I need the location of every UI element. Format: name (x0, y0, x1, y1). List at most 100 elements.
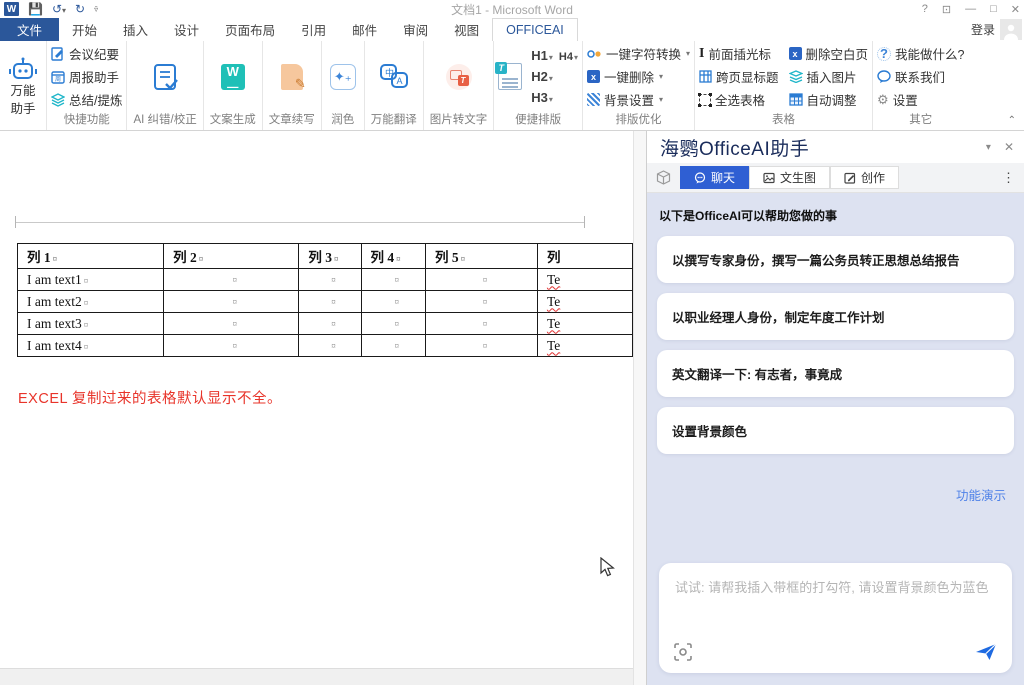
cube-icon[interactable] (656, 170, 671, 185)
translate-button[interactable]: 中A (374, 63, 414, 91)
table-header-row[interactable]: 列 1¤ 列 2¤ 列 3¤ 列 4¤ 列 5¤ 列 (18, 244, 633, 269)
group-label-table: 表格 (699, 109, 868, 130)
sidebar-close-icon[interactable]: ✕ (1004, 140, 1014, 154)
screenshot-icon[interactable] (673, 642, 693, 662)
group-image-to-text: T 图片转文字 (424, 41, 495, 130)
select-table-icon (699, 94, 711, 106)
login-button[interactable]: 登录 (971, 21, 995, 38)
repeat-header-button[interactable]: 跨页显标题 (699, 67, 779, 86)
redo-icon[interactable]: ↻ (75, 3, 85, 15)
char-convert-button[interactable]: 一键字符转换▾ (587, 44, 690, 63)
user-avatar-icon[interactable] (1000, 19, 1022, 40)
polish-button[interactable]: ✦₊ (326, 64, 360, 90)
table-row[interactable]: I am text3¤ ¤ ¤ ¤ ¤ Te (18, 313, 633, 335)
qat-customize-icon[interactable]: ▿̄ (94, 5, 98, 14)
tab-text-to-image[interactable]: 文生图 (749, 166, 830, 189)
repeat-header-label: 跨页显标题 (716, 67, 779, 86)
universal-assistant-button[interactable]: 万能 助手 (4, 56, 42, 117)
window-title: 文档1 - Microsoft Word (0, 1, 1024, 18)
table-col-header: 列 5¤ (426, 244, 538, 269)
insert-cursor-before-label: 前面插光标 (708, 44, 771, 63)
assistant-label-line1: 万能 (10, 84, 35, 100)
tab-home[interactable]: 开始 (59, 18, 110, 41)
undo-dropdown-icon[interactable]: ▾ (62, 6, 66, 15)
w-document-icon: W＿ (221, 64, 245, 90)
suggestion-card[interactable]: 以职业经理人身份，制定年度工作计划 (657, 293, 1014, 340)
feature-demo-link[interactable]: 功能演示 (956, 485, 1006, 504)
tab-review[interactable]: 审阅 (390, 18, 441, 41)
undo-icon[interactable]: ↺▾ (52, 3, 66, 15)
table-row[interactable]: I am text1¤ ¤ ¤ ¤ ¤ Te (18, 269, 633, 291)
suggestion-card[interactable]: 英文翻译一下: 有志者，事竟成 (657, 350, 1014, 397)
heading4-button[interactable]: H4▾ (559, 47, 578, 65)
delete-box-icon: x (789, 47, 802, 60)
format-document-icon[interactable]: T (498, 63, 522, 90)
suggestion-card[interactable]: 以撰写专家身份，撰写一篇公务员转正思想总结报告 (657, 236, 1014, 283)
question-icon: ? (877, 47, 891, 61)
tab-insert[interactable]: 插入 (110, 18, 161, 41)
send-icon[interactable] (974, 641, 998, 663)
officeai-sidebar: 海鹦OfficeAI助手 ▾ ✕ 聊天 文生图 (646, 131, 1024, 685)
document-canvas[interactable]: 列 1¤ 列 2¤ 列 3¤ 列 4¤ 列 5¤ 列 I am text1¤ ¤… (0, 131, 633, 685)
sidebar-collapse-icon[interactable]: ▾ (986, 142, 991, 153)
title-bar: W 💾 ↺▾ ↻ ▿̄ 文档1 - Microsoft Word ? ⊡ — □… (0, 0, 1024, 18)
ai-proofread-button[interactable] (146, 62, 184, 92)
tab-create[interactable]: 创作 (830, 166, 899, 189)
tab-mailings[interactable]: 邮件 (339, 18, 390, 41)
group-continue-writing: 文章续写 (263, 41, 322, 130)
group-table: I 前面插光标 x 删除空白页 跨页显标题 插入图片 (695, 41, 873, 130)
delete-blank-page-button[interactable]: x 删除空白页 (789, 44, 869, 63)
weekly-report-button[interactable]: 周 周报助手 (51, 67, 122, 86)
select-whole-table-button[interactable]: 全选表格 (699, 90, 779, 109)
background-settings-label: 背景设置 (604, 90, 654, 109)
chat-input[interactable]: 试试: 请帮我插入带框的打勾符, 请设置背景颜色为蓝色 (659, 563, 1012, 673)
minimize-icon[interactable]: — (965, 3, 976, 15)
collapse-ribbon-icon[interactable]: ⌃ (1008, 115, 1016, 126)
document-scrollbar[interactable] (633, 131, 646, 685)
tab-officeai[interactable]: OFFICEAI (492, 18, 578, 41)
more-options-icon[interactable]: ⋮ (1002, 172, 1015, 184)
tab-chat[interactable]: 聊天 (680, 166, 749, 189)
insert-cursor-before-button[interactable]: I 前面插光标 (699, 44, 779, 63)
word-logo-icon[interactable]: W (4, 2, 19, 16)
close-icon[interactable]: ✕ (1011, 3, 1020, 16)
table-row[interactable]: I am text2¤ ¤ ¤ ¤ ¤ Te (18, 291, 633, 313)
image-to-text-button[interactable]: T (442, 64, 476, 90)
continue-writing-button[interactable] (277, 64, 307, 90)
tab-view[interactable]: 视图 (441, 18, 492, 41)
meeting-minutes-button[interactable]: 会议纪要 (51, 44, 122, 63)
tab-references[interactable]: 引用 (288, 18, 339, 41)
group-label-ai-proofread: AI 纠错/校正 (131, 109, 198, 130)
suggestion-card[interactable]: 设置背景颜色 (657, 407, 1014, 454)
heading1-button[interactable]: H1▾ (531, 47, 553, 65)
maximize-icon[interactable]: □ (990, 3, 997, 15)
save-icon[interactable]: 💾 (28, 3, 43, 15)
table-col-header: 列 3¤ (299, 244, 361, 269)
group-label-quick-functions: 快捷功能 (51, 109, 122, 130)
contact-us-button[interactable]: 联系我们 (877, 67, 964, 86)
background-settings-button[interactable]: 背景设置▾ (587, 90, 690, 109)
heading3-button[interactable]: H3▾ (531, 89, 553, 107)
heading2-button[interactable]: H2▾ (531, 68, 553, 86)
gear-icon: ⚙ (877, 92, 889, 108)
boundary-tick (584, 216, 585, 228)
ribbon-officeai: 万能 助手 会议纪要 周 周报助手 (0, 41, 1024, 131)
table-col-header: 列 4¤ (361, 244, 426, 269)
autofit-button[interactable]: 自动调整 (789, 90, 869, 109)
tab-file[interactable]: 文件 (0, 18, 59, 41)
table-row[interactable]: I am text4¤ ¤ ¤ ¤ ¤ Te (18, 335, 633, 357)
insert-picture-button[interactable]: 插入图片 (789, 67, 869, 86)
group-translate: 中A 万能翻译 (365, 41, 424, 130)
group-easy-layout: T H1▾ H4▾ H2▾ H3▾ 便捷排版 (494, 41, 583, 130)
settings-button[interactable]: ⚙ 设置 (877, 90, 964, 109)
suggestions-heading: 以下是OfficeAI可以帮助您做的事 (659, 207, 1012, 224)
what-can-i-do-button[interactable]: ? 我能做什么? (877, 44, 964, 63)
summarize-button[interactable]: 总结/提炼 (51, 90, 122, 109)
tab-page-layout[interactable]: 页面布局 (212, 18, 288, 41)
one-key-delete-button[interactable]: x 一键删除▾ (587, 67, 690, 86)
tab-design[interactable]: 设计 (161, 18, 212, 41)
ribbon-display-icon[interactable]: ⊡ (942, 3, 951, 16)
copywriting-button[interactable]: W＿ (217, 64, 249, 90)
document-table[interactable]: 列 1¤ 列 2¤ 列 3¤ 列 4¤ 列 5¤ 列 I am text1¤ ¤… (17, 243, 633, 357)
help-icon[interactable]: ? (922, 3, 928, 15)
